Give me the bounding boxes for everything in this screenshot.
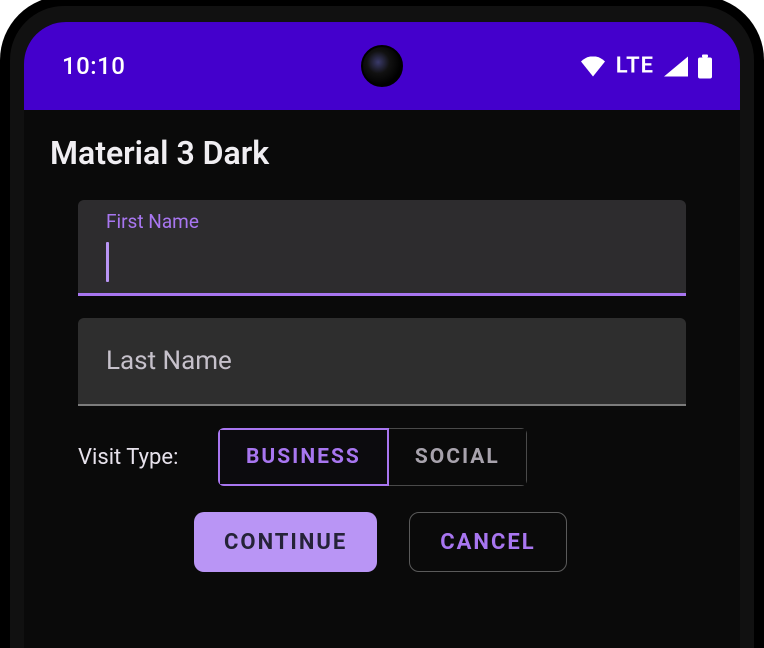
continue-button[interactable]: Continue <box>194 512 377 572</box>
cell-signal-icon <box>664 56 688 76</box>
visit-type-row: Visit Type: Business Social <box>78 428 686 486</box>
phone-bezel: 10:10 LTE Material 3 Dark <box>10 6 754 648</box>
status-right: LTE <box>580 54 712 79</box>
phone-frame: 10:10 LTE Material 3 Dark <box>4 0 760 648</box>
page-title: Material 3 Dark <box>50 110 714 200</box>
last-name-input[interactable] <box>78 318 686 404</box>
visit-type-label: Visit Type: <box>78 445 218 470</box>
first-name-label: First Name <box>106 210 199 233</box>
network-label: LTE <box>616 54 654 79</box>
status-clock: 10:10 <box>62 52 125 80</box>
action-row: Continue Cancel <box>78 512 686 572</box>
cancel-button[interactable]: Cancel <box>409 512 566 572</box>
phone-side-button <box>760 160 764 240</box>
status-bar: 10:10 LTE <box>24 22 740 110</box>
front-camera <box>361 45 403 87</box>
screen: 10:10 LTE Material 3 Dark <box>24 22 740 648</box>
last-name-field[interactable] <box>78 318 686 406</box>
visit-type-option-social[interactable]: Social <box>389 428 527 486</box>
battery-icon <box>698 54 712 78</box>
first-name-field[interactable]: First Name <box>78 200 686 296</box>
visit-type-option-business[interactable]: Business <box>218 428 389 486</box>
text-caret <box>106 242 109 282</box>
form: First Name Visit Type: Business Social <box>50 200 714 572</box>
wifi-icon <box>580 56 606 76</box>
visit-type-toggle[interactable]: Business Social <box>218 428 527 486</box>
content-area: Material 3 Dark First Name Visit Typ <box>24 110 740 572</box>
